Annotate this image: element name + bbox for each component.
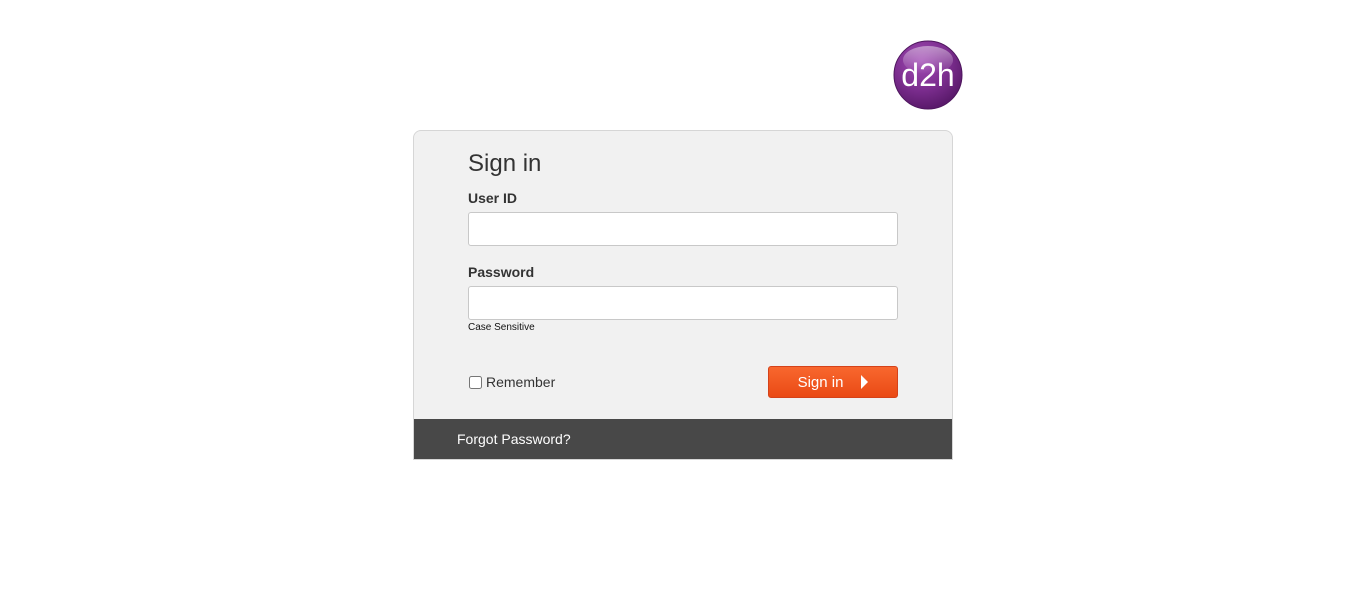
d2h-logo: d2h [893,40,963,110]
sign-in-button[interactable]: Sign in [768,366,898,398]
arrow-right-icon [861,375,869,389]
password-input[interactable] [468,286,898,320]
password-label: Password [468,264,535,280]
login-form: Sign in User ID Password Case Sensitive … [414,131,952,419]
remember-label: Remember [486,374,556,390]
d2h-logo-icon: d2h [893,40,963,110]
password-hint: Case Sensitive [468,322,535,333]
remember-option[interactable]: Remember [468,374,555,390]
login-card: Sign in User ID Password Case Sensitive … [413,130,953,460]
login-page: d2h Sign in User ID Password Case Sensit… [0,0,1366,599]
sign-in-button-label: Sign in [797,373,844,391]
user-id-label: User ID [468,190,518,206]
page-title: Sign in [468,150,542,177]
card-footer: Forgot Password? [414,419,952,459]
user-id-input[interactable] [468,212,898,246]
svg-text:d2h: d2h [901,57,954,93]
forgot-password-link[interactable]: Forgot Password? [457,431,571,447]
remember-checkbox[interactable] [469,375,482,389]
